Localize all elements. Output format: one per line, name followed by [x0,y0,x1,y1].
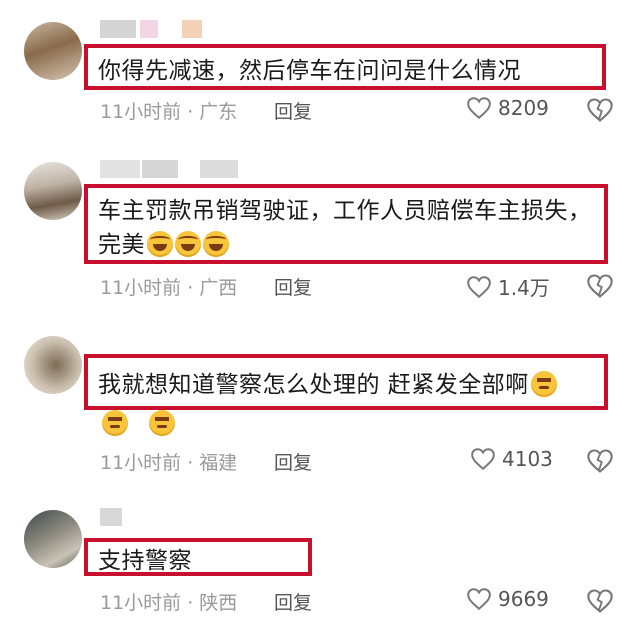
comment-meta: 11小时前 · 广东 [100,101,238,123]
like-count: 9669 [498,587,549,611]
heart-outline-icon [467,97,491,120]
like-count: 1.4万 [498,276,550,300]
broken-heart-icon[interactable] [586,447,614,475]
comment-item: 车主罚款吊销驾驶证，工作人员赔偿车主损失，完美 11小时前 · 广西 回复 1.… [0,150,640,310]
username-blurred[interactable] [100,20,206,38]
reply-button[interactable]: 回复 [274,448,312,475]
broken-heart-icon[interactable] [586,587,614,615]
comment-text-highlight: 我就想知道警察怎么处理的 赶紧发全部啊 [84,354,608,410]
username-blurred[interactable] [100,508,124,526]
like-button[interactable]: 4103 [470,447,553,471]
laugh-cry-emoji [203,231,229,257]
comment-item: 你得先减速，然后停车在问问是什么情况 11小时前 · 广东 回复 8209 [0,0,640,130]
heart-outline-icon [467,275,491,298]
like-button[interactable]: 1.4万 [466,272,550,301]
comment-meta: 11小时前 · 陕西 [100,592,238,614]
username-blurred[interactable] [100,160,260,178]
like-button[interactable]: 8209 [466,96,549,120]
laugh-cry-emoji [147,231,173,257]
comment-text-highlight: 你得先减速，然后停车在问问是什么情况 [84,44,606,90]
comment-text: 我就想知道警察怎么处理的 赶紧发全部啊 [98,372,529,398]
avatar[interactable] [24,336,82,394]
avatar[interactable] [24,510,82,568]
comment-text: 车主罚款吊销驾驶证，工作人员赔偿车主损失，完美 [98,198,592,258]
reply-button[interactable]: 回复 [274,273,312,300]
comment-text: 你得先减速，然后停车在问问是什么情况 [98,58,521,84]
thinking-emoji [102,410,128,436]
reply-button[interactable]: 回复 [274,588,312,615]
comment-text: 支持警察 [98,548,192,574]
comment-item: 我就想知道警察怎么处理的 赶紧发全部啊 11小时前 · 福建 回复 4103 [0,330,640,490]
heart-outline-icon [471,448,495,471]
laugh-cry-emoji [175,231,201,257]
comment-text-highlight: 车主罚款吊销驾驶证，工作人员赔偿车主损失，完美 [84,184,608,264]
thinking-emoji [530,371,557,397]
emoji-row [100,410,176,436]
avatar[interactable] [24,22,82,80]
avatar[interactable] [24,162,82,220]
heart-outline-icon [467,588,491,611]
comment-text-highlight: 支持警察 [84,538,312,576]
like-button[interactable]: 9669 [466,587,549,611]
like-count: 8209 [498,96,549,120]
like-count: 4103 [502,447,553,471]
reply-button[interactable]: 回复 [274,97,312,124]
broken-heart-icon[interactable] [586,272,614,300]
comment-meta: 11小时前 · 福建 [100,452,238,474]
broken-heart-icon[interactable] [586,96,614,124]
comment-meta: 11小时前 · 广西 [100,277,238,299]
comment-item: 支持警察 11小时前 · 陕西 回复 9669 [0,500,640,640]
thinking-emoji [149,410,176,436]
